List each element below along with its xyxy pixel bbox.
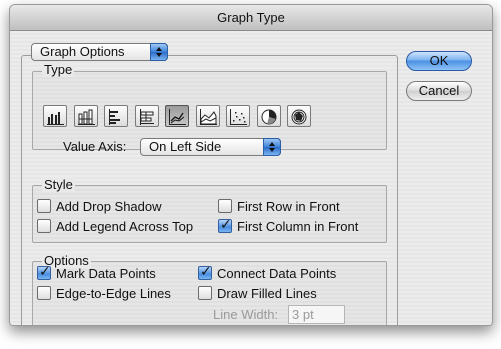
graph-type-pie-button[interactable] — [257, 105, 281, 127]
popup-arrows-icon — [150, 43, 168, 61]
edge-to-edge-label: Edge-to-Edge Lines — [56, 286, 171, 301]
first-row-front-checkbox[interactable]: First Row in Front — [218, 199, 340, 215]
graph-type-bar-button[interactable] — [104, 105, 128, 127]
edge-to-edge-checkbox[interactable]: Edge-to-Edge Lines — [37, 286, 171, 302]
graph-type-dialog: Graph Type Graph Options Type Value Axis… — [9, 4, 493, 326]
value-axis-label: Value Axis: — [63, 139, 127, 154]
first-column-front-checkbox[interactable]: First Column in Front — [218, 216, 359, 235]
pie-chart-icon — [261, 109, 277, 125]
graph-type-area-button[interactable] — [196, 105, 220, 127]
line-chart-icon — [169, 109, 186, 125]
add-drop-shadow-box — [37, 199, 51, 213]
first-row-front-label: First Row in Front — [237, 199, 340, 214]
draw-filled-lines-box — [198, 286, 212, 300]
value-axis-value: On Left Side — [149, 139, 222, 154]
add-legend-box — [37, 219, 51, 233]
grouped-column-chart-icon — [47, 112, 64, 125]
popup-arrows-icon — [263, 138, 281, 156]
dialog-body: Graph Options Type Value Axis: On Left S… — [10, 31, 492, 325]
add-legend-label: Add Legend Across Top — [56, 219, 194, 234]
type-group-label: Type — [42, 62, 75, 77]
first-column-front-label: First Column in Front — [237, 219, 359, 234]
value-axis-select[interactable]: On Left Side — [140, 138, 281, 156]
scatter-chart-icon — [230, 109, 247, 125]
draw-filled-lines-checkbox[interactable]: Draw Filled Lines — [198, 286, 317, 302]
radar-chart-icon — [291, 109, 307, 125]
line-width-label: Line Width: — [213, 307, 279, 322]
stacked-bar-chart-icon — [140, 109, 154, 125]
mark-data-points-checkbox[interactable]: Mark Data Points — [37, 263, 156, 282]
add-drop-shadow-label: Add Drop Shadow — [56, 199, 162, 214]
graph-type-grouped-column-button[interactable] — [43, 105, 67, 127]
graph-type-line-button[interactable] — [165, 105, 189, 127]
connect-data-points-box — [198, 263, 212, 280]
line-width-input[interactable]: 3 pt — [288, 305, 345, 324]
connect-data-points-label: Connect Data Points — [217, 266, 337, 281]
edge-to-edge-box — [37, 286, 51, 300]
first-column-front-box — [218, 216, 232, 233]
ok-button[interactable]: OK — [406, 51, 472, 71]
dialog-title: Graph Type — [10, 5, 492, 31]
graph-type-stacked-column-button[interactable] — [74, 105, 98, 127]
mark-data-points-box — [37, 263, 51, 280]
first-row-front-box — [218, 199, 232, 213]
cancel-button[interactable]: Cancel — [406, 81, 472, 101]
graph-type-scatter-button[interactable] — [226, 105, 250, 127]
connect-data-points-checkbox[interactable]: Connect Data Points — [198, 263, 337, 282]
section-select-value: Graph Options — [40, 44, 125, 59]
add-legend-checkbox[interactable]: Add Legend Across Top — [37, 219, 193, 235]
area-chart-icon — [200, 109, 217, 125]
graph-type-radar-button[interactable] — [287, 105, 311, 127]
bar-chart-icon — [109, 109, 120, 125]
style-group-label: Style — [42, 177, 75, 192]
mark-data-points-label: Mark Data Points — [56, 266, 156, 281]
draw-filled-lines-label: Draw Filled Lines — [217, 286, 317, 301]
section-select[interactable]: Graph Options — [31, 43, 168, 61]
add-drop-shadow-checkbox[interactable]: Add Drop Shadow — [37, 199, 162, 215]
stacked-column-chart-icon — [78, 109, 95, 125]
graph-type-stacked-bar-button[interactable] — [135, 105, 159, 127]
options-panel: Graph Options Type Value Axis: On Left S… — [21, 43, 398, 325]
